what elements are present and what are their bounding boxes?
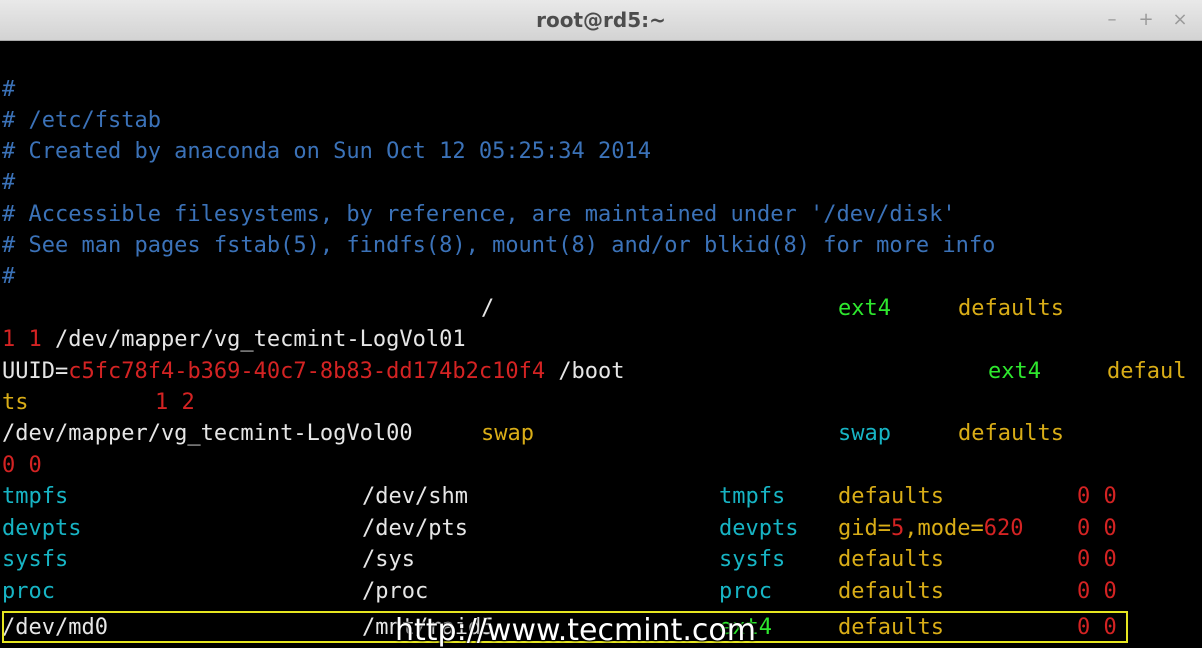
window-titlebar[interactable]: root@rd5:~ – + × <box>0 0 1202 41</box>
fstab-dump-pass: 0 0 <box>1077 484 1117 509</box>
fstab-device: /dev/mapper/vg_tecmint-LogVol00 <box>2 421 413 446</box>
fstab-type: devpts <box>719 516 799 541</box>
fstab-type: ext4 <box>988 359 1041 384</box>
fstab-options: defaul <box>1107 359 1187 384</box>
fstab-dump-pass: 1 2 <box>155 390 195 415</box>
fstab-options-wrap: ts <box>2 390 29 415</box>
comment-line: # <box>2 77 16 102</box>
fstab-device: proc <box>2 579 55 604</box>
fstab-device: sysfs <box>2 547 69 572</box>
fstab-dump-pass: 0 0 <box>1077 516 1117 541</box>
option-mode-value: 620 <box>983 516 1024 541</box>
fstab-options: defaults <box>958 421 1064 446</box>
option-gid-value: 5 <box>890 516 905 541</box>
uuid-key: UUID= <box>2 359 69 384</box>
fstab-options: gid=5,mode=620 <box>838 513 1023 544</box>
minimize-icon[interactable]: – <box>1100 0 1124 40</box>
fstab-type: swap <box>838 421 891 446</box>
fstab-mount: /dev/pts <box>362 516 468 541</box>
close-icon[interactable]: × <box>1168 0 1192 40</box>
comment-line: # <box>2 264 16 289</box>
fstab-dump-pass: 1 1 <box>2 327 42 352</box>
fstab-row: /dev/mapper/vg_tecmint-LogVol01 <box>2 293 466 352</box>
option-mode-key: ,mode= <box>904 516 984 541</box>
fstab-dump-pass: 0 0 <box>1077 547 1117 572</box>
fstab-type: tmpfs <box>719 484 786 509</box>
fstab-type: sysfs <box>719 547 786 572</box>
fstab-dump-pass: 0 0 <box>1077 579 1117 604</box>
fstab-device: devpts <box>2 516 82 541</box>
maximize-icon[interactable]: + <box>1134 0 1158 40</box>
option-gid-key: gid= <box>838 516 891 541</box>
comment-line: # <box>2 170 16 195</box>
comment-line: # Accessible filesystems, by reference, … <box>2 202 956 227</box>
fstab-options: defaults <box>838 484 944 509</box>
fstab-type: proc <box>719 579 772 604</box>
fstab-mount: /sys <box>362 547 415 572</box>
fstab-dump-pass: 0 0 <box>2 453 42 478</box>
fstab-device: /dev/mapper/vg_tecmint-LogVol01 <box>54 327 466 352</box>
fstab-mount: swap <box>481 421 534 446</box>
terminal-area[interactable]: # # /etc/fstab # Created by anaconda on … <box>2 41 1202 646</box>
fstab-mount: /boot <box>558 359 625 384</box>
fstab-row: UUID=c5fc78f4-b369-40c7-8b83-dd174b2c10f… <box>2 356 625 387</box>
fstab-device: tmpfs <box>2 484 69 509</box>
comment-line: # /etc/fstab <box>2 108 161 133</box>
uuid-value: c5fc78f4-b369-40c7-8b83-dd174b2c10f4 <box>68 359 546 384</box>
fstab-options: defaults <box>958 296 1064 321</box>
fstab-mount: /dev/shm <box>362 484 468 509</box>
fstab-options: defaults <box>838 579 944 604</box>
window-title: root@rd5:~ <box>536 8 666 32</box>
fstab-options: defaults <box>838 547 944 572</box>
fstab-mount: /proc <box>362 579 429 604</box>
comment-line: # Created by anaconda on Sun Oct 12 05:2… <box>2 139 652 164</box>
fstab-mount: / <box>481 296 495 321</box>
comment-line: # See man pages fstab(5), findfs(8), mou… <box>2 233 996 258</box>
fstab-type: ext4 <box>838 296 891 321</box>
watermark: http://www.tecmint.com <box>395 613 756 648</box>
